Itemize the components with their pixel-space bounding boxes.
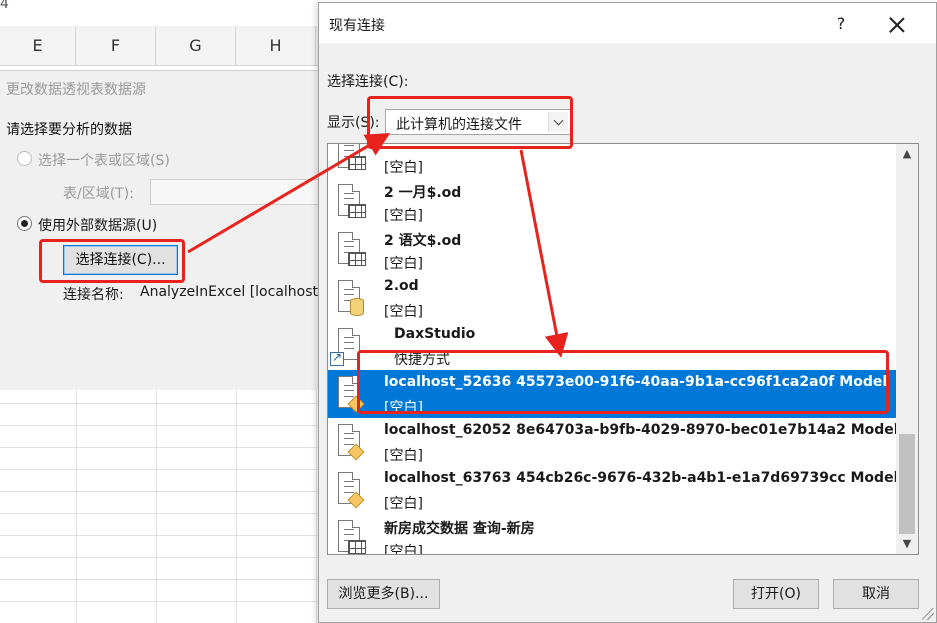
table-file-icon [336, 144, 366, 174]
existing-connections-dialog: 现有连接 ? 选择连接(C): 显示(S): 此计算机的连接文件 [空白] 2 一… [318, 2, 937, 623]
cube-file-icon [336, 472, 366, 510]
list-item-name: 2 语文$.od [384, 233, 462, 249]
range-input[interactable] [150, 179, 330, 205]
list-item[interactable]: localhost_62052 8e64703a-b9fb-4029-8970-… [328, 418, 899, 466]
database-file-icon [336, 280, 366, 318]
row-number: 4 [0, 0, 9, 12]
table-file-icon [336, 232, 366, 270]
change-data-source-dialog: 更改数据透视表数据源 请选择要分析的数据 选择一个表或区域(S) 表/区域(T)… [0, 70, 330, 390]
list-item-description: [空白] [384, 448, 423, 464]
list-item[interactable]: 2.od [空白] [328, 274, 896, 322]
list-item-description: [空白] [384, 160, 423, 176]
table-file-icon [336, 184, 366, 222]
scroll-down-icon[interactable]: ▼ [896, 534, 918, 554]
list-item-description: [空白] [384, 208, 423, 224]
range-radio[interactable] [17, 151, 32, 166]
list-item-description: [空白] [384, 544, 423, 555]
choose-connection-button[interactable]: 选择连接(C)... [63, 245, 178, 275]
list-item[interactable]: 2 一月$.od [空白] [328, 178, 896, 226]
table-file-icon [336, 520, 366, 554]
list-item[interactable]: [空白] [328, 144, 896, 178]
chevron-down-icon[interactable] [548, 112, 568, 132]
column-header-row: E F G H [0, 26, 330, 66]
scroll-up-icon[interactable]: ▲ [896, 144, 918, 164]
column-header-f[interactable]: F [76, 26, 156, 66]
scrollbar-thumb[interactable] [899, 434, 915, 534]
list-item-name: DaxStudio [394, 326, 476, 342]
range-field-label: 表/区域(T): [63, 186, 134, 202]
column-header-e[interactable]: E [0, 26, 76, 66]
show-label: 显示(S): [327, 115, 380, 131]
dialog-title: 现有连接 [329, 18, 385, 34]
title-bar: 现有连接 ? [319, 3, 936, 43]
list-item-name: 新房成交数据 查询-新房 [384, 521, 535, 537]
list-item-description: [空白] [384, 304, 423, 320]
list-item-name: localhost_62052 8e64703a-b9fb-4029-8970-… [384, 422, 899, 438]
connection-name-value: AnalyzeInExcel [localhost [140, 284, 319, 300]
connection-list[interactable]: [空白] 2 一月$.od [空白] 2 语文$.od [空白] 2.od [空白] DaxS… [327, 143, 919, 555]
close-icon[interactable] [883, 11, 911, 39]
open-button[interactable]: 打开(O) [733, 579, 819, 609]
list-item-description: [空白] [384, 496, 423, 512]
cube-file-icon [336, 424, 366, 462]
list-item[interactable]: DaxStudio 快捷方式 [328, 322, 896, 370]
cube-file-icon [336, 376, 366, 414]
list-item-description: 快捷方式 [394, 352, 450, 368]
cell-grid[interactable] [0, 390, 330, 623]
list-item-name: localhost_52636 45573e00-91f6-40aa-9b1a-… [384, 374, 888, 390]
list-item[interactable]: localhost_52636 45573e00-91f6-40aa-9b1a-… [328, 370, 896, 418]
column-header-g[interactable]: G [156, 26, 236, 66]
list-item-description: [空白] [384, 400, 423, 416]
show-dropdown-value: 此计算机的连接文件 [396, 117, 522, 133]
list-item-description: [空白] [384, 256, 423, 272]
list-item-name: 2.od [384, 278, 419, 294]
external-source-label: 使用外部数据源(U) [38, 218, 158, 234]
show-dropdown[interactable]: 此计算机的连接文件 [385, 109, 571, 135]
list-item-name: 2 一月$.od [384, 185, 462, 201]
section-label: 请选择要分析的数据 [6, 122, 132, 138]
vertical-scrollbar[interactable]: ▲ ▼ [896, 144, 918, 554]
connection-name-label: 连接名称: [63, 287, 124, 303]
browse-more-button[interactable]: 浏览更多(B)... [327, 579, 440, 609]
range-radio-label: 选择一个表或区域(S) [38, 153, 170, 169]
list-item[interactable]: 2 语文$.od [空白] [328, 226, 896, 274]
list-item[interactable]: localhost_63763 454cb26c-9676-432b-a4b1-… [328, 466, 899, 514]
list-item-name: localhost_63763 454cb26c-9676-432b-a4b1-… [384, 470, 899, 486]
shortcut-icon [330, 328, 366, 366]
external-source-radio[interactable] [17, 216, 32, 231]
help-button[interactable]: ? [829, 12, 853, 36]
dialog-title: 更改数据透视表数据源 [6, 82, 146, 98]
column-header-h[interactable]: H [236, 26, 316, 66]
cancel-button[interactable]: 取消 [833, 579, 919, 609]
choose-connection-label: 选择连接(C): [327, 74, 409, 90]
list-item[interactable]: 新房成交数据 查询-新房 [空白] [328, 514, 896, 555]
resize-grip-icon[interactable] [922, 608, 934, 620]
